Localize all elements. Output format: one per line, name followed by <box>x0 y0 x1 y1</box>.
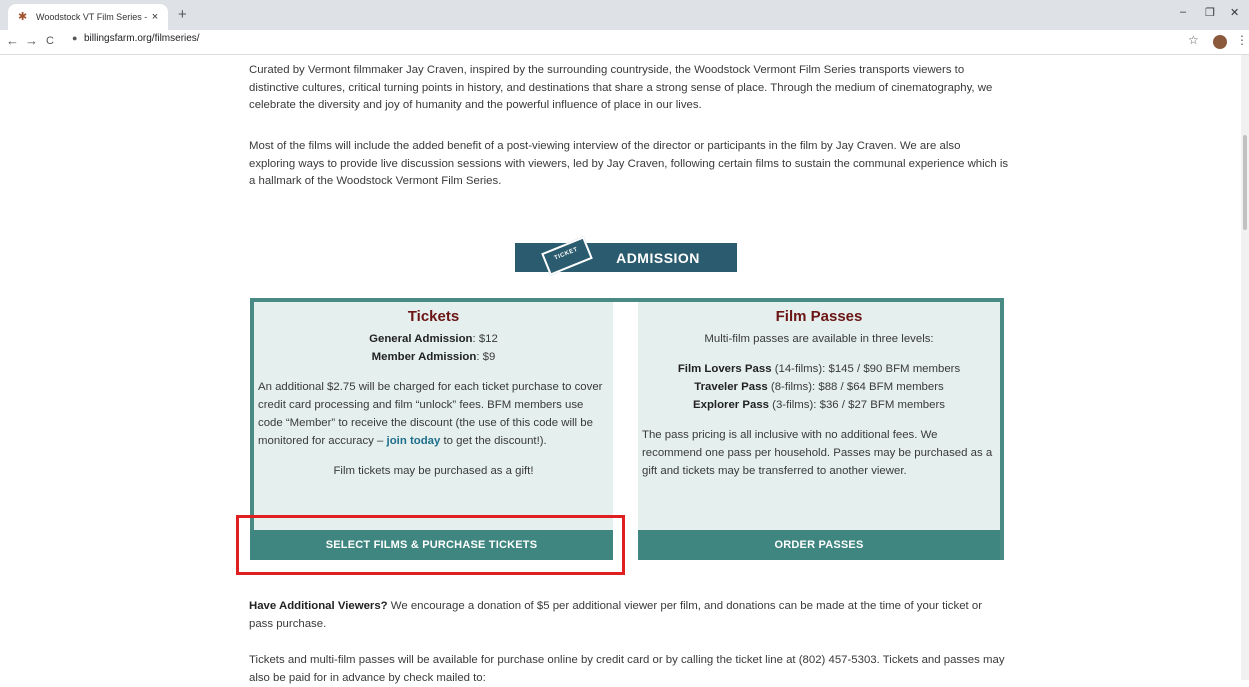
tab-close-icon[interactable]: × <box>148 11 162 23</box>
pass-item: Explorer Pass (3-films): $36 / $27 BFM m… <box>638 396 1000 414</box>
fee-text-2: to get the discount!). <box>440 435 547 447</box>
forward-icon[interactable]: → <box>25 33 38 48</box>
scrollbar-thumb[interactable] <box>1243 135 1247 230</box>
profile-avatar[interactable] <box>1213 35 1227 49</box>
tab-bar: ✱ Woodstock VT Film Series - Billin × + … <box>0 0 1249 30</box>
pass-item: Traveler Pass (8-films): $88 / $64 BFM m… <box>638 378 1000 396</box>
favicon-icon: ✱ <box>18 11 28 23</box>
fee-note: An additional $2.75 will be charged for … <box>254 378 613 450</box>
general-admission-label: General Admission <box>369 333 473 345</box>
member-admission-label: Member Admission <box>371 351 477 363</box>
admission-title: ADMISSION <box>616 249 700 266</box>
ticket-icon: TICKET <box>541 235 593 276</box>
menu-icon[interactable]: ⋮ <box>1236 33 1248 47</box>
minimize-button[interactable]: – <box>1180 6 1186 18</box>
member-admission-price: : $9 <box>476 351 496 363</box>
admission-header: TICKET ADMISSION <box>515 235 737 276</box>
pass-name: Traveler Pass <box>694 381 768 393</box>
restore-button[interactable]: ❐ <box>1205 6 1215 19</box>
lock-icon: ● <box>72 33 78 43</box>
additional-viewers-bold: Have Additional Viewers? <box>249 600 388 612</box>
passes-column: Film Passes Multi-film passes are availa… <box>638 302 1000 530</box>
additional-viewers-paragraph: Have Additional Viewers? We encourage a … <box>249 598 1009 633</box>
member-admission: Member Admission: $9 <box>254 348 613 366</box>
order-passes-button[interactable]: ORDER PASSES <box>638 530 1000 560</box>
back-icon[interactable]: ← <box>6 33 19 48</box>
pass-name: Explorer Pass <box>693 399 769 411</box>
purchase-info-paragraph: Tickets and multi-film passes will be av… <box>249 654 1005 684</box>
address-bar[interactable]: billingsfarm.org/filmseries/ <box>84 33 200 44</box>
pass-name: Film Lovers Pass <box>677 363 772 375</box>
pass-item: Film Lovers Pass (14-films): $145 / $90 … <box>638 360 1000 378</box>
tab-title: Woodstock VT Film Series - Billin <box>36 12 148 22</box>
pass-detail: (14-films): $145 / $90 BFM members <box>771 363 961 375</box>
intro-paragraph-2: Most of the films will include the added… <box>249 140 1009 187</box>
bookmark-star-icon[interactable]: ☆ <box>1188 33 1199 47</box>
pass-detail: (3-films): $36 / $27 BFM members <box>769 399 945 411</box>
tickets-column: Tickets General Admission: $12 Member Ad… <box>254 302 613 530</box>
tickets-heading: Tickets <box>407 308 460 325</box>
join-today-link[interactable]: join today <box>387 435 441 447</box>
general-admission-price: : $12 <box>472 333 498 345</box>
passes-heading: Film Passes <box>775 308 863 325</box>
new-tab-button[interactable]: + <box>178 6 187 23</box>
passes-note: The pass pricing is all inclusive with n… <box>642 429 993 477</box>
pass-detail: (8-films): $88 / $64 BFM members <box>767 381 944 393</box>
intro-paragraph-1: Curated by Vermont filmmaker Jay Craven,… <box>249 64 993 111</box>
passes-intro: Multi-film passes are available in three… <box>704 333 934 345</box>
gift-note: Film tickets may be purchased as a gift! <box>333 465 534 477</box>
browser-toolbar: ← → C ● billingsfarm.org/filmseries/ ☆ ⋮ <box>0 30 1249 55</box>
window-close-button[interactable]: ✕ <box>1230 6 1239 19</box>
highlight-box <box>236 515 625 575</box>
reload-icon[interactable]: C <box>46 35 54 47</box>
general-admission: General Admission: $12 <box>254 330 613 348</box>
browser-tab[interactable]: ✱ Woodstock VT Film Series - Billin × <box>8 4 168 30</box>
